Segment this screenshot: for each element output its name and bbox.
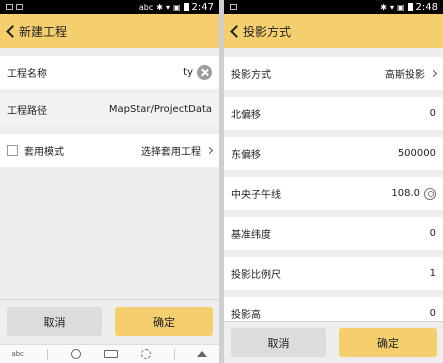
row-value[interactable]: 1 bbox=[430, 268, 436, 279]
wifi-icon: ▾ bbox=[389, 2, 394, 12]
bluetooth-icon: ✱ bbox=[156, 2, 163, 12]
action-bar: 取消 确定 bbox=[224, 321, 443, 363]
back-arrow-icon[interactable] bbox=[229, 21, 241, 41]
settings-icon[interactable] bbox=[140, 349, 151, 359]
row-value[interactable]: 500000 bbox=[398, 148, 436, 159]
east-offset-row[interactable]: 东偏移 500000 bbox=[224, 137, 443, 170]
project-path-label: 工程路径 bbox=[7, 106, 47, 117]
row-value: 高斯投影 bbox=[385, 70, 425, 81]
abc-key[interactable]: abc bbox=[11, 350, 24, 358]
template-mode-row[interactable]: 套用模式 选择套用工程 bbox=[0, 134, 219, 167]
bluetooth-icon: ✱ bbox=[380, 2, 387, 12]
template-mode-label: 套用模式 bbox=[24, 147, 64, 158]
status-time: 2:48 bbox=[415, 1, 438, 13]
new-project-screen: abc ✱ ▾ ▣ 2:47 新建工程 工程名称 ty 工程路径 MapStar… bbox=[0, 0, 219, 363]
cancel-button[interactable]: 取消 bbox=[7, 307, 102, 336]
emoji-icon[interactable] bbox=[70, 349, 81, 359]
title-bar: 投影方式 bbox=[224, 14, 443, 48]
image-notification-icon bbox=[230, 4, 237, 10]
row-value[interactable]: 0 bbox=[430, 228, 436, 239]
row-label: 中央子午线 bbox=[231, 190, 281, 201]
clear-input-icon[interactable] bbox=[197, 65, 212, 80]
row-value[interactable]: 108.0 bbox=[391, 188, 420, 199]
chevron-right-icon bbox=[205, 146, 214, 155]
battery-icon bbox=[407, 3, 413, 11]
row-value[interactable]: 0 bbox=[430, 308, 436, 319]
row-label: 投影高 bbox=[231, 310, 261, 321]
chevron-right-icon bbox=[429, 69, 438, 78]
battery-icon bbox=[183, 3, 189, 11]
project-path-value: MapStar/ProjectData bbox=[108, 104, 212, 115]
status-time: 2:47 bbox=[191, 1, 214, 13]
central-meridian-row[interactable]: 中央子午线 108.0 bbox=[224, 177, 443, 210]
screenshot-notification-icon bbox=[16, 4, 23, 10]
cancel-button[interactable]: 取消 bbox=[231, 328, 326, 357]
page-title: 新建工程 bbox=[19, 24, 68, 39]
base-latitude-row[interactable]: 基准纬度 0 bbox=[224, 217, 443, 250]
row-label: 投影比例尺 bbox=[231, 270, 281, 281]
project-path-row: 工程路径 MapStar/ProjectData bbox=[0, 93, 219, 126]
confirm-button[interactable]: 确定 bbox=[115, 307, 213, 336]
keyboard-toolbar: abc bbox=[0, 344, 219, 363]
row-value[interactable]: 0 bbox=[430, 108, 436, 119]
wifi-icon: ▾ bbox=[165, 2, 170, 12]
collapse-keyboard-icon[interactable] bbox=[197, 351, 208, 357]
project-name-row[interactable]: 工程名称 ty bbox=[0, 56, 219, 89]
project-name-label: 工程名称 bbox=[7, 69, 47, 80]
row-label: 投影方式 bbox=[231, 70, 271, 81]
template-mode-checkbox[interactable] bbox=[7, 145, 18, 156]
project-name-input[interactable]: ty bbox=[183, 67, 193, 78]
confirm-button[interactable]: 确定 bbox=[339, 328, 437, 357]
select-template-link[interactable]: 选择套用工程 bbox=[141, 143, 201, 158]
row-label: 东偏移 bbox=[231, 150, 261, 161]
row-label: 基准纬度 bbox=[231, 230, 271, 241]
title-bar: 新建工程 bbox=[0, 14, 219, 48]
keyboard-icon[interactable] bbox=[103, 350, 118, 358]
location-icon[interactable] bbox=[424, 187, 436, 200]
input-method-indicator: abc bbox=[138, 2, 154, 12]
north-offset-row[interactable]: 北偏移 0 bbox=[224, 97, 443, 130]
page-title: 投影方式 bbox=[243, 24, 292, 39]
projection-method-row[interactable]: 投影方式 高斯投影 bbox=[224, 57, 443, 90]
action-bar: 取消 确定 bbox=[0, 299, 219, 344]
projection-screen: ✱ ▾ ▣ 2:48 投影方式 投影方式 高斯投影 北偏移 0 东偏移 5000… bbox=[224, 0, 443, 363]
status-bar: ✱ ▾ ▣ 2:48 bbox=[224, 0, 443, 14]
status-bar: abc ✱ ▾ ▣ 2:47 bbox=[0, 0, 219, 14]
image-notification-icon bbox=[6, 4, 13, 10]
row-label: 北偏移 bbox=[231, 110, 261, 121]
no-sim-icon: ▣ bbox=[172, 2, 181, 12]
back-arrow-icon[interactable] bbox=[5, 21, 17, 41]
projection-scale-row[interactable]: 投影比例尺 1 bbox=[224, 257, 443, 290]
no-sim-icon: ▣ bbox=[396, 2, 405, 12]
